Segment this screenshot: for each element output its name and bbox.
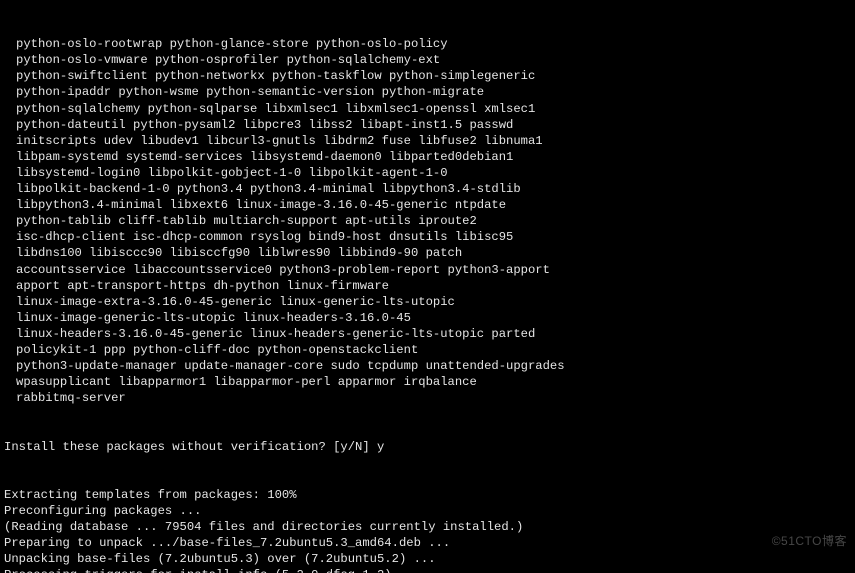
package-line: python-tablib cliff-tablib multiarch-sup… bbox=[0, 213, 855, 229]
progress-line: Preconfiguring packages ... bbox=[0, 503, 855, 519]
package-line: libdns100 libisccc90 libisccfg90 liblwre… bbox=[0, 245, 855, 261]
package-list-block: python-oslo-rootwrap python-glance-store… bbox=[0, 36, 855, 406]
package-line: linux-headers-3.16.0-45-generic linux-he… bbox=[0, 326, 855, 342]
package-line: policykit-1 ppp python-cliff-doc python-… bbox=[0, 342, 855, 358]
package-line: python3-update-manager update-manager-co… bbox=[0, 358, 855, 374]
watermark-text: ©51CTO博客 bbox=[772, 533, 847, 549]
package-line: libpython3.4-minimal libxext6 linux-imag… bbox=[0, 197, 855, 213]
progress-line: Unpacking base-files (7.2ubuntu5.3) over… bbox=[0, 551, 855, 567]
package-line: libpolkit-backend-1-0 python3.4 python3.… bbox=[0, 181, 855, 197]
package-line: python-dateutil python-pysaml2 libpcre3 … bbox=[0, 117, 855, 133]
package-line: linux-image-extra-3.16.0-45-generic linu… bbox=[0, 294, 855, 310]
package-line: accountsservice libaccountsservice0 pyth… bbox=[0, 262, 855, 278]
progress-line: (Reading database ... 79504 files and di… bbox=[0, 519, 855, 535]
package-line: rabbitmq-server bbox=[0, 390, 855, 406]
package-line: libpam-systemd systemd-services libsyste… bbox=[0, 149, 855, 165]
package-line: initscripts udev libudev1 libcurl3-gnutl… bbox=[0, 133, 855, 149]
package-line: python-swiftclient python-networkx pytho… bbox=[0, 68, 855, 84]
package-line: python-oslo-vmware python-osprofiler pyt… bbox=[0, 52, 855, 68]
package-line: isc-dhcp-client isc-dhcp-common rsyslog … bbox=[0, 229, 855, 245]
package-line: wpasupplicant libapparmor1 libapparmor-p… bbox=[0, 374, 855, 390]
verification-prompt: Install these packages without verificat… bbox=[0, 439, 855, 455]
progress-line: Processing triggers for install-info (5.… bbox=[0, 567, 855, 573]
package-line: python-sqlalchemy python-sqlparse libxml… bbox=[0, 101, 855, 117]
package-line: libsystemd-login0 libpolkit-gobject-1-0 … bbox=[0, 165, 855, 181]
progress-line: Preparing to unpack .../base-files_7.2ub… bbox=[0, 535, 855, 551]
package-line: python-oslo-rootwrap python-glance-store… bbox=[0, 36, 855, 52]
package-line: python-ipaddr python-wsme python-semanti… bbox=[0, 84, 855, 100]
progress-line: Extracting templates from packages: 100% bbox=[0, 487, 855, 503]
terminal-output: python-oslo-rootwrap python-glance-store… bbox=[0, 0, 855, 573]
progress-block: Extracting templates from packages: 100%… bbox=[0, 487, 855, 573]
package-line: apport apt-transport-https dh-python lin… bbox=[0, 278, 855, 294]
package-line: linux-image-generic-lts-utopic linux-hea… bbox=[0, 310, 855, 326]
